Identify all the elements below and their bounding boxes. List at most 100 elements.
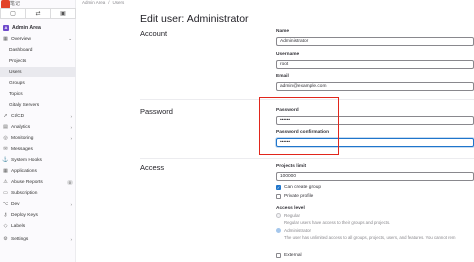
email-field[interactable]: admin@example.com xyxy=(276,82,474,91)
name-field[interactable]: Administrator xyxy=(276,37,474,46)
access-section-title: Access xyxy=(140,163,165,172)
section-divider xyxy=(140,158,474,159)
sidebar-item-abuse-reports[interactable]: ⚠ Abuse Reports 0 xyxy=(0,177,76,187)
checkbox-checked-icon: ✓ xyxy=(276,185,281,190)
sidebar-toolbar: ▢ ⇄ ▣ xyxy=(0,8,76,19)
sidebar-item-settings[interactable]: ⚙ Settings › xyxy=(0,234,76,244)
sidebar-item-label: System Hooks xyxy=(11,157,42,163)
administrator-radio-label: Administrator xyxy=(284,228,312,233)
chevron-right-icon: › xyxy=(70,135,73,141)
username-label: Username xyxy=(276,52,300,57)
projects-limit-label: Projects limit xyxy=(276,164,307,169)
external-checkbox[interactable]: External xyxy=(276,253,302,258)
breadcrumb: Admin Area / Users xyxy=(82,0,124,5)
code-icon: ⌥ xyxy=(2,201,9,207)
admin-area-icon: A xyxy=(3,24,9,31)
applications-icon: ▦ xyxy=(3,168,8,174)
overview-icon: ▦ xyxy=(3,36,8,42)
warning-icon: ⚠ xyxy=(3,179,8,185)
sidebar-item-overview[interactable]: ▦ Overview ⌄ xyxy=(0,34,76,44)
username-field[interactable]: root xyxy=(276,60,474,69)
sidebar-item-label: Users xyxy=(9,69,22,75)
sidebar-item-label: Dashboard xyxy=(9,47,33,53)
password-section-title: Password xyxy=(140,107,173,116)
email-label: Email xyxy=(276,74,289,79)
checkbox-unchecked-icon xyxy=(276,253,281,258)
sidebar-item-label: Analytics xyxy=(11,124,31,130)
regular-radio-label: Regular xyxy=(284,213,301,218)
radio-unselected-icon xyxy=(276,213,281,218)
sidebar-item-gitaly-servers[interactable]: Gitaly Servers xyxy=(0,100,76,110)
todo-icon[interactable]: ▣ xyxy=(51,8,76,19)
gear-icon: ⚙ xyxy=(3,236,8,242)
sidebar-item-label: Projects xyxy=(9,58,27,64)
sidebar-toggle-icon[interactable]: ▢ xyxy=(0,8,26,19)
sidebar-item-label: Subscription xyxy=(11,190,38,196)
monitor-icon: ◎ xyxy=(3,135,8,141)
sidebar-item-subscription[interactable]: ▭ Subscription xyxy=(0,188,76,198)
logo-text: 笔记 xyxy=(10,1,21,7)
chart-icon: ▤ xyxy=(3,124,8,130)
regular-help-text: Regular users have access to their group… xyxy=(284,220,391,225)
sidebar-item-users[interactable]: Users xyxy=(0,67,76,77)
key-icon: ⚷ xyxy=(3,212,8,218)
admin-area-header[interactable]: A Admin Area xyxy=(0,22,76,33)
breadcrumb-admin-area[interactable]: Admin Area xyxy=(82,0,105,5)
sidebar-item-label: Settings xyxy=(11,236,29,242)
access-level-label: Access level xyxy=(276,206,305,211)
name-label: Name xyxy=(276,29,290,34)
page-title: Edit user: Administrator xyxy=(140,13,249,25)
private-profile-checkbox[interactable]: Private profile xyxy=(276,194,313,199)
abuse-reports-count-badge: 0 xyxy=(66,179,73,185)
sidebar: 笔记 ▢ ⇄ ▣ A Admin Area ▦ Overview ⌄ Dashb… xyxy=(0,0,76,262)
external-label: External xyxy=(284,253,302,258)
hook-icon: ⚓ xyxy=(2,157,9,163)
radio-selected-icon xyxy=(276,228,281,233)
sidebar-item-topics[interactable]: Topics xyxy=(0,89,76,99)
sidebar-item-projects[interactable]: Projects xyxy=(0,56,76,66)
sidebar-item-label: Topics xyxy=(9,91,23,97)
administrator-help-text: The user has unlimited access to all gro… xyxy=(284,235,456,240)
regular-radio[interactable]: Regular xyxy=(276,213,300,218)
projects-limit-field[interactable]: 100000 xyxy=(276,172,474,181)
sidebar-item-label: Overview xyxy=(11,36,31,42)
breadcrumb-users[interactable]: Users xyxy=(113,0,125,5)
sidebar-item-system-hooks[interactable]: ⚓ System Hooks xyxy=(0,155,76,165)
sidebar-item-deploy-keys[interactable]: ⚷ Deploy Keys xyxy=(0,210,76,220)
sidebar-item-label: Applications xyxy=(11,168,37,174)
can-create-group-checkbox[interactable]: ✓ Can create group xyxy=(276,185,321,190)
sidebar-item-dev[interactable]: ⌥ Dev › xyxy=(0,199,76,209)
rocket-icon: ➚ xyxy=(3,113,8,119)
administrator-radio[interactable]: Administrator xyxy=(276,228,311,233)
sidebar-item-label: Deploy Keys xyxy=(11,212,38,218)
sidebar-item-cicd[interactable]: ➚ CI/CD › xyxy=(0,111,76,121)
merge-requests-icon[interactable]: ⇄ xyxy=(26,8,51,19)
sidebar-item-label: Gitaly Servers xyxy=(9,102,40,108)
sidebar-item-label: Abuse Reports xyxy=(11,179,43,185)
bullhorn-icon: ✉ xyxy=(3,146,8,152)
admin-area-label: Admin Area xyxy=(12,24,41,31)
sidebar-item-label: Monitoring xyxy=(11,135,34,141)
sidebar-item-labels[interactable]: ◇ Labels xyxy=(0,221,76,231)
sidebar-item-dashboard[interactable]: Dashboard xyxy=(0,45,76,55)
chevron-right-icon: › xyxy=(70,124,73,130)
sidebar-item-monitoring[interactable]: ◎ Monitoring › xyxy=(0,133,76,143)
chevron-down-icon: ⌄ xyxy=(68,36,72,41)
chevron-right-icon: › xyxy=(70,236,73,242)
sidebar-item-label: Dev xyxy=(11,201,20,207)
sidebar-item-analytics[interactable]: ▤ Analytics › xyxy=(0,122,76,132)
chevron-right-icon: › xyxy=(70,201,73,207)
annotation-highlight-box xyxy=(259,97,339,155)
license-icon: ▭ xyxy=(3,190,8,196)
checkbox-unchecked-icon xyxy=(276,194,281,199)
account-section-title: Account xyxy=(140,29,168,38)
can-create-group-label: Can create group xyxy=(284,185,322,190)
sidebar-item-label: CI/CD xyxy=(11,113,25,119)
sidebar-item-label: Labels xyxy=(11,223,26,229)
sidebar-item-messages[interactable]: ✉ Messages xyxy=(0,144,76,154)
breadcrumb-separator: / xyxy=(108,0,110,5)
sidebar-item-label: Groups xyxy=(9,80,25,86)
private-profile-label: Private profile xyxy=(284,194,314,199)
sidebar-item-applications[interactable]: ▦ Applications xyxy=(0,166,76,176)
sidebar-item-groups[interactable]: Groups xyxy=(0,78,76,88)
